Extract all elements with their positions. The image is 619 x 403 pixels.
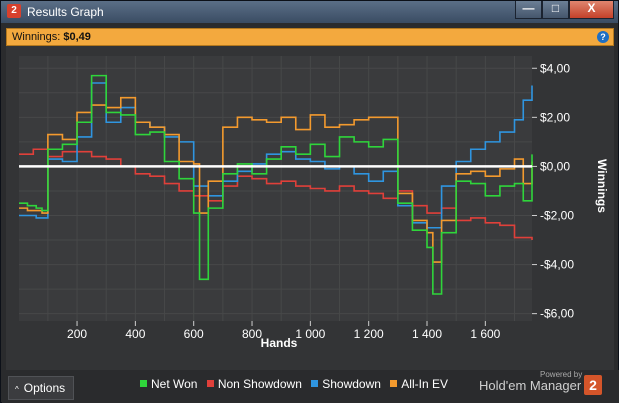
legend-label: Non Showdown [217, 377, 302, 391]
x-tick-label: 400 [125, 327, 145, 341]
legend-item-non-showdown: Non Showdown [206, 377, 302, 391]
y-axis-label: Winnings [595, 159, 609, 213]
title-bar[interactable]: 2 Results Graph — □ X [1, 1, 618, 23]
legend-swatch [206, 380, 214, 387]
legend-item-showdown: Showdown [311, 377, 381, 391]
y-tick-label: $4,00 [540, 61, 570, 75]
x-tick-label: 1 000 [295, 327, 325, 341]
brand-name: Hold'em Manager [479, 378, 582, 393]
close-button[interactable]: X [569, 1, 614, 19]
help-icon[interactable]: ? [597, 31, 609, 43]
legend-label: Net Won [151, 377, 198, 391]
y-tick-label: $0,00 [540, 159, 570, 173]
x-tick-label: 800 [242, 327, 262, 341]
brand-logo-icon: 2 [584, 375, 602, 395]
app-icon: 2 [7, 4, 21, 18]
legend-swatch [311, 380, 319, 387]
y-tick-label: $2,00 [540, 110, 570, 124]
legend-label: Showdown [322, 377, 381, 391]
y-tick-label: -$6,00 [540, 307, 574, 321]
x-tick-label: 1 600 [470, 327, 500, 341]
legend: Net Won Non Showdown Showdown All-In EV [140, 377, 454, 391]
legend-swatch [390, 380, 398, 387]
chevron-up-icon: ^ [15, 385, 19, 394]
winnings-summary: Winnings: $0,49 [12, 31, 91, 43]
results-chart: 200 400 600 800 1 000 1 200 1 400 1 600 $4,00 $2… [19, 56, 609, 350]
winnings-label: Winnings: [12, 31, 61, 43]
y-tick-label: -$4,00 [540, 258, 574, 272]
winnings-summary-bar: Winnings: $0,49 ? [6, 28, 614, 46]
minimize-button[interactable]: — [515, 1, 542, 19]
options-label: Options [23, 381, 66, 395]
x-tick-label: 1 400 [412, 327, 442, 341]
y-tick-label: -$2,00 [540, 208, 574, 222]
legend-label: All-In EV [401, 377, 448, 391]
x-tick-label: 1 200 [354, 327, 384, 341]
legend-item-net-won: Net Won [140, 377, 197, 391]
window-title: Results Graph [27, 5, 104, 19]
x-axis-label: Hands [261, 336, 298, 350]
winnings-value: $0,49 [63, 31, 91, 43]
legend-swatch [140, 380, 147, 387]
options-button[interactable]: ^ Options [8, 376, 74, 400]
x-tick-label: 600 [184, 327, 204, 341]
results-graph-window: 2 Results Graph — □ X Winnings: $0,49 ? … [0, 0, 619, 403]
legend-item-all-in-ev: All-In EV [390, 377, 448, 391]
plot-background [19, 56, 532, 321]
y-axis-ticks: $4,00 $2,00 $0,00 -$2,00 -$4,00 -$6,00 [532, 61, 574, 321]
bottom-bar: ^ Options Net Won Non Showdown Showdown A… [2, 370, 619, 403]
x-tick-label: 200 [67, 327, 87, 341]
maximize-button[interactable]: □ [542, 1, 569, 19]
chart-area: 200 400 600 800 1 000 1 200 1 400 1 600 $4,00 $2… [6, 46, 614, 370]
